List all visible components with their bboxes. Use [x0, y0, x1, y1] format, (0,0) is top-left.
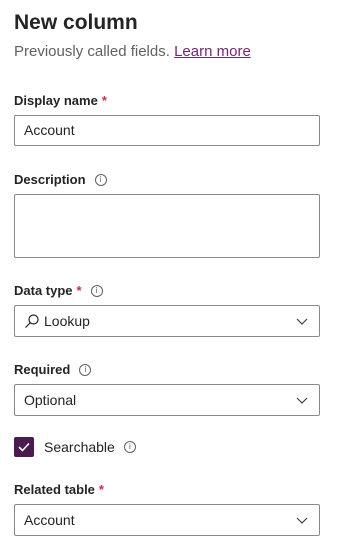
- info-icon[interactable]: i: [90, 284, 103, 297]
- subtitle-text: Previously called fields.: [14, 43, 170, 60]
- checkmark-icon: [18, 442, 30, 452]
- chevron-down-icon: [296, 517, 308, 524]
- data-type-label-text: Data type: [14, 283, 73, 298]
- searchable-label: Searchable: [44, 439, 115, 455]
- page-subtitle: Previously called fields. Learn more: [14, 43, 251, 60]
- related-table-label-text: Related table: [14, 482, 95, 497]
- required-marker: *: [98, 482, 104, 497]
- info-icon[interactable]: i: [79, 363, 92, 376]
- new-column-panel: New column Previously called fields. Lea…: [0, 0, 342, 553]
- learn-more-link[interactable]: Learn more: [174, 43, 251, 60]
- data-type-label: Data type * i: [14, 283, 103, 298]
- required-label-text: Required: [14, 362, 71, 377]
- chevron-down-icon: [296, 318, 308, 325]
- data-type-dropdown[interactable]: Lookup: [14, 305, 320, 337]
- info-icon[interactable]: i: [94, 173, 107, 186]
- description-label-text: Description: [14, 172, 86, 187]
- required-value: Optional: [24, 392, 77, 408]
- searchable-checkbox[interactable]: [14, 437, 34, 457]
- search-icon: [25, 314, 39, 328]
- related-table-label: Related table *: [14, 482, 104, 497]
- info-icon[interactable]: i: [123, 441, 136, 453]
- related-table-dropdown[interactable]: Account: [14, 504, 320, 536]
- description-label: Description i: [14, 172, 107, 187]
- display-name-label: Display name *: [14, 93, 107, 108]
- required-dropdown[interactable]: Optional: [14, 384, 320, 416]
- related-table-value: Account: [24, 512, 75, 528]
- description-textarea[interactable]: [14, 194, 320, 258]
- chevron-down-icon: [296, 397, 308, 404]
- data-type-value: Lookup: [44, 313, 90, 329]
- display-name-input[interactable]: Account: [14, 115, 320, 146]
- required-marker: *: [76, 283, 82, 298]
- required-marker: *: [101, 93, 107, 108]
- page-title: New column: [14, 11, 138, 34]
- display-name-label-text: Display name: [14, 93, 98, 108]
- searchable-row: Searchable i: [14, 437, 136, 457]
- required-label: Required i: [14, 362, 92, 377]
